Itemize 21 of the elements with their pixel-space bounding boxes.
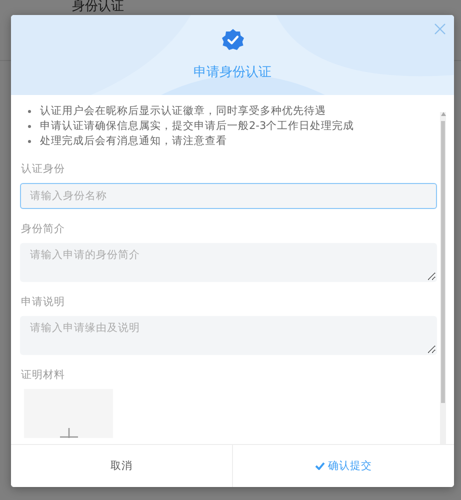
field-label: 申请说明: [21, 295, 66, 309]
bullet-icon: [28, 140, 31, 143]
close-icon: [434, 23, 446, 35]
field-label: 认证身份: [21, 162, 66, 176]
verified-badge-icon: [222, 29, 244, 51]
input-field[interactable]: 请输入身份名称: [20, 183, 437, 209]
scroll-up-icon[interactable]: [440, 112, 446, 116]
cancel-button[interactable]: 取消: [11, 445, 232, 487]
notice-item: 认证用户会在昵称后显示认证徽章，同时享受多种优先待遇: [40, 104, 326, 119]
notice-item: 处理完成后会有消息通知，请注意查看: [40, 134, 227, 149]
field-label: 证明材料: [21, 368, 66, 382]
close-button[interactable]: [434, 23, 446, 35]
dialog-title: 申请身份认证: [194, 64, 272, 81]
upload-button[interactable]: [24, 389, 113, 438]
field-label: 身份简介: [21, 222, 66, 236]
check-icon: [315, 462, 325, 470]
notice-item: 申请认证请确保信息属实，提交申请后一般2-3个工作日处理完成: [40, 119, 354, 134]
textarea-field[interactable]: 请输入申请的身份简介: [20, 243, 437, 282]
bullet-icon: [28, 110, 31, 113]
textarea-field[interactable]: 请输入申请缘由及说明: [20, 316, 437, 355]
bullet-icon: [28, 125, 31, 128]
